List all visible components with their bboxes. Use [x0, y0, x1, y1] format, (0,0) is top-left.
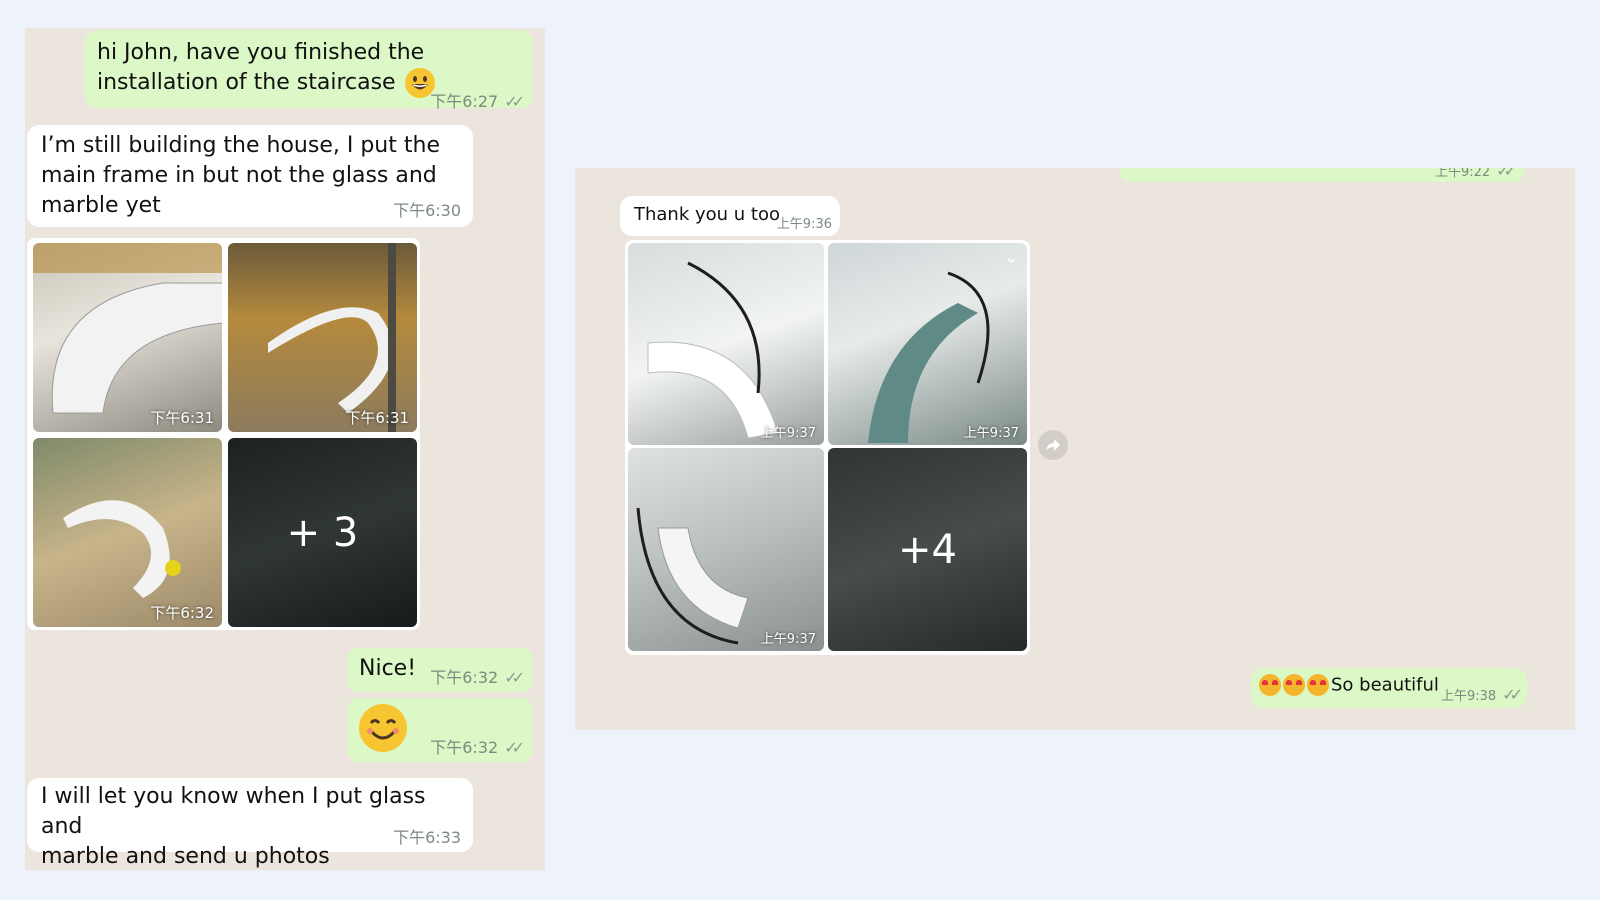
message-time: 下午6:27	[430, 92, 499, 111]
message-time: 下午6:30	[393, 201, 461, 220]
photo-thumbnail[interactable]: 下午6:31	[228, 243, 417, 432]
message-time: 下午6:32	[430, 738, 499, 757]
message-text-line: main frame in but not the glass and	[41, 163, 437, 188]
outgoing-message[interactable]: hi John, have you finished the installat…	[85, 30, 533, 111]
staircase-image	[33, 243, 222, 414]
heart-eyes-emoji-icon	[1259, 674, 1281, 696]
double-check-icon: ✓✓	[1502, 685, 1523, 704]
message-text: Thank you u too	[634, 204, 780, 225]
staircase-image	[868, 271, 990, 443]
photo-thumbnail[interactable]: ⌄ 上午9:37	[828, 243, 1027, 445]
staircase-image	[636, 507, 749, 645]
heart-eyes-emoji-icon	[1307, 674, 1329, 696]
message-time: 上午9:38	[1440, 689, 1497, 704]
photo-album[interactable]: 上午9:37 ⌄ 上午9:37 上午9:37 +4	[625, 240, 1030, 655]
smiling-emoji-icon	[359, 704, 407, 752]
message-text-line: I’m still building the house, I put the	[41, 133, 440, 158]
photo-thumbnail[interactable]: 下午6:32	[33, 438, 222, 627]
right-chat-panel: 上午9:22 ✓✓ Thank you u too 上午9:36 上午9:37 ⌄…	[575, 168, 1575, 730]
photo-thumbnail[interactable]: + 3	[228, 438, 417, 627]
photo-time: 上午9:37	[963, 426, 1019, 441]
forward-icon[interactable]	[1038, 430, 1068, 460]
photo-time: 下午6:32	[150, 604, 214, 622]
left-chat-panel: hi John, have you finished the installat…	[25, 28, 545, 870]
photo-thumbnail[interactable]: 上午9:37	[628, 243, 824, 445]
photo-time: 下午6:31	[150, 409, 214, 427]
message-text: So beautiful	[1331, 674, 1439, 696]
message-time: 上午9:22	[1434, 168, 1491, 180]
more-photos-count: +4	[828, 448, 1027, 651]
message-text-line: hi John, have you finished the	[97, 40, 425, 65]
message-time: 下午6:33	[393, 828, 461, 847]
photo-thumbnail[interactable]: 上午9:37	[628, 448, 824, 651]
message-time: 下午6:32	[430, 668, 499, 687]
heart-eyes-emoji-icon	[1283, 674, 1305, 696]
incoming-message[interactable]: I will let you know when I put glass and…	[27, 778, 473, 869]
staircase-image	[63, 500, 181, 598]
staircase-image	[268, 243, 396, 432]
photo-time: 上午9:37	[760, 632, 816, 647]
photo-thumbnail[interactable]: 下午6:31	[33, 243, 222, 432]
outgoing-message[interactable]: So beautiful 上午9:38 ✓✓	[1251, 668, 1527, 708]
outgoing-message[interactable]: 上午9:22 ✓✓	[1120, 168, 1525, 182]
double-check-icon: ✓✓	[1496, 168, 1517, 180]
chevron-down-icon[interactable]: ⌄	[1004, 247, 1019, 268]
message-text-line: installation of the staircase	[97, 70, 396, 95]
incoming-message[interactable]: I’m still building the house, I put the …	[27, 125, 473, 227]
photo-album[interactable]: 下午6:31 下午6:31 下午6:32 + 3	[27, 238, 420, 630]
photo-time: 下午6:31	[345, 409, 409, 427]
more-photos-count: + 3	[228, 438, 417, 627]
outgoing-message[interactable]: 下午6:32 ✓✓	[347, 698, 533, 762]
double-check-icon: ✓✓	[504, 738, 525, 757]
outgoing-message[interactable]: Nice! 下午6:32 ✓✓	[347, 648, 533, 692]
double-check-icon: ✓✓	[504, 668, 525, 687]
incoming-message[interactable]: Thank you u too 上午9:36	[620, 196, 840, 236]
photo-time: 上午9:37	[760, 426, 816, 441]
message-time: 上午9:36	[776, 217, 832, 232]
staircase-image	[647, 261, 779, 439]
photo-thumbnail[interactable]: +4	[828, 448, 1027, 651]
double-check-icon: ✓✓	[504, 92, 525, 111]
